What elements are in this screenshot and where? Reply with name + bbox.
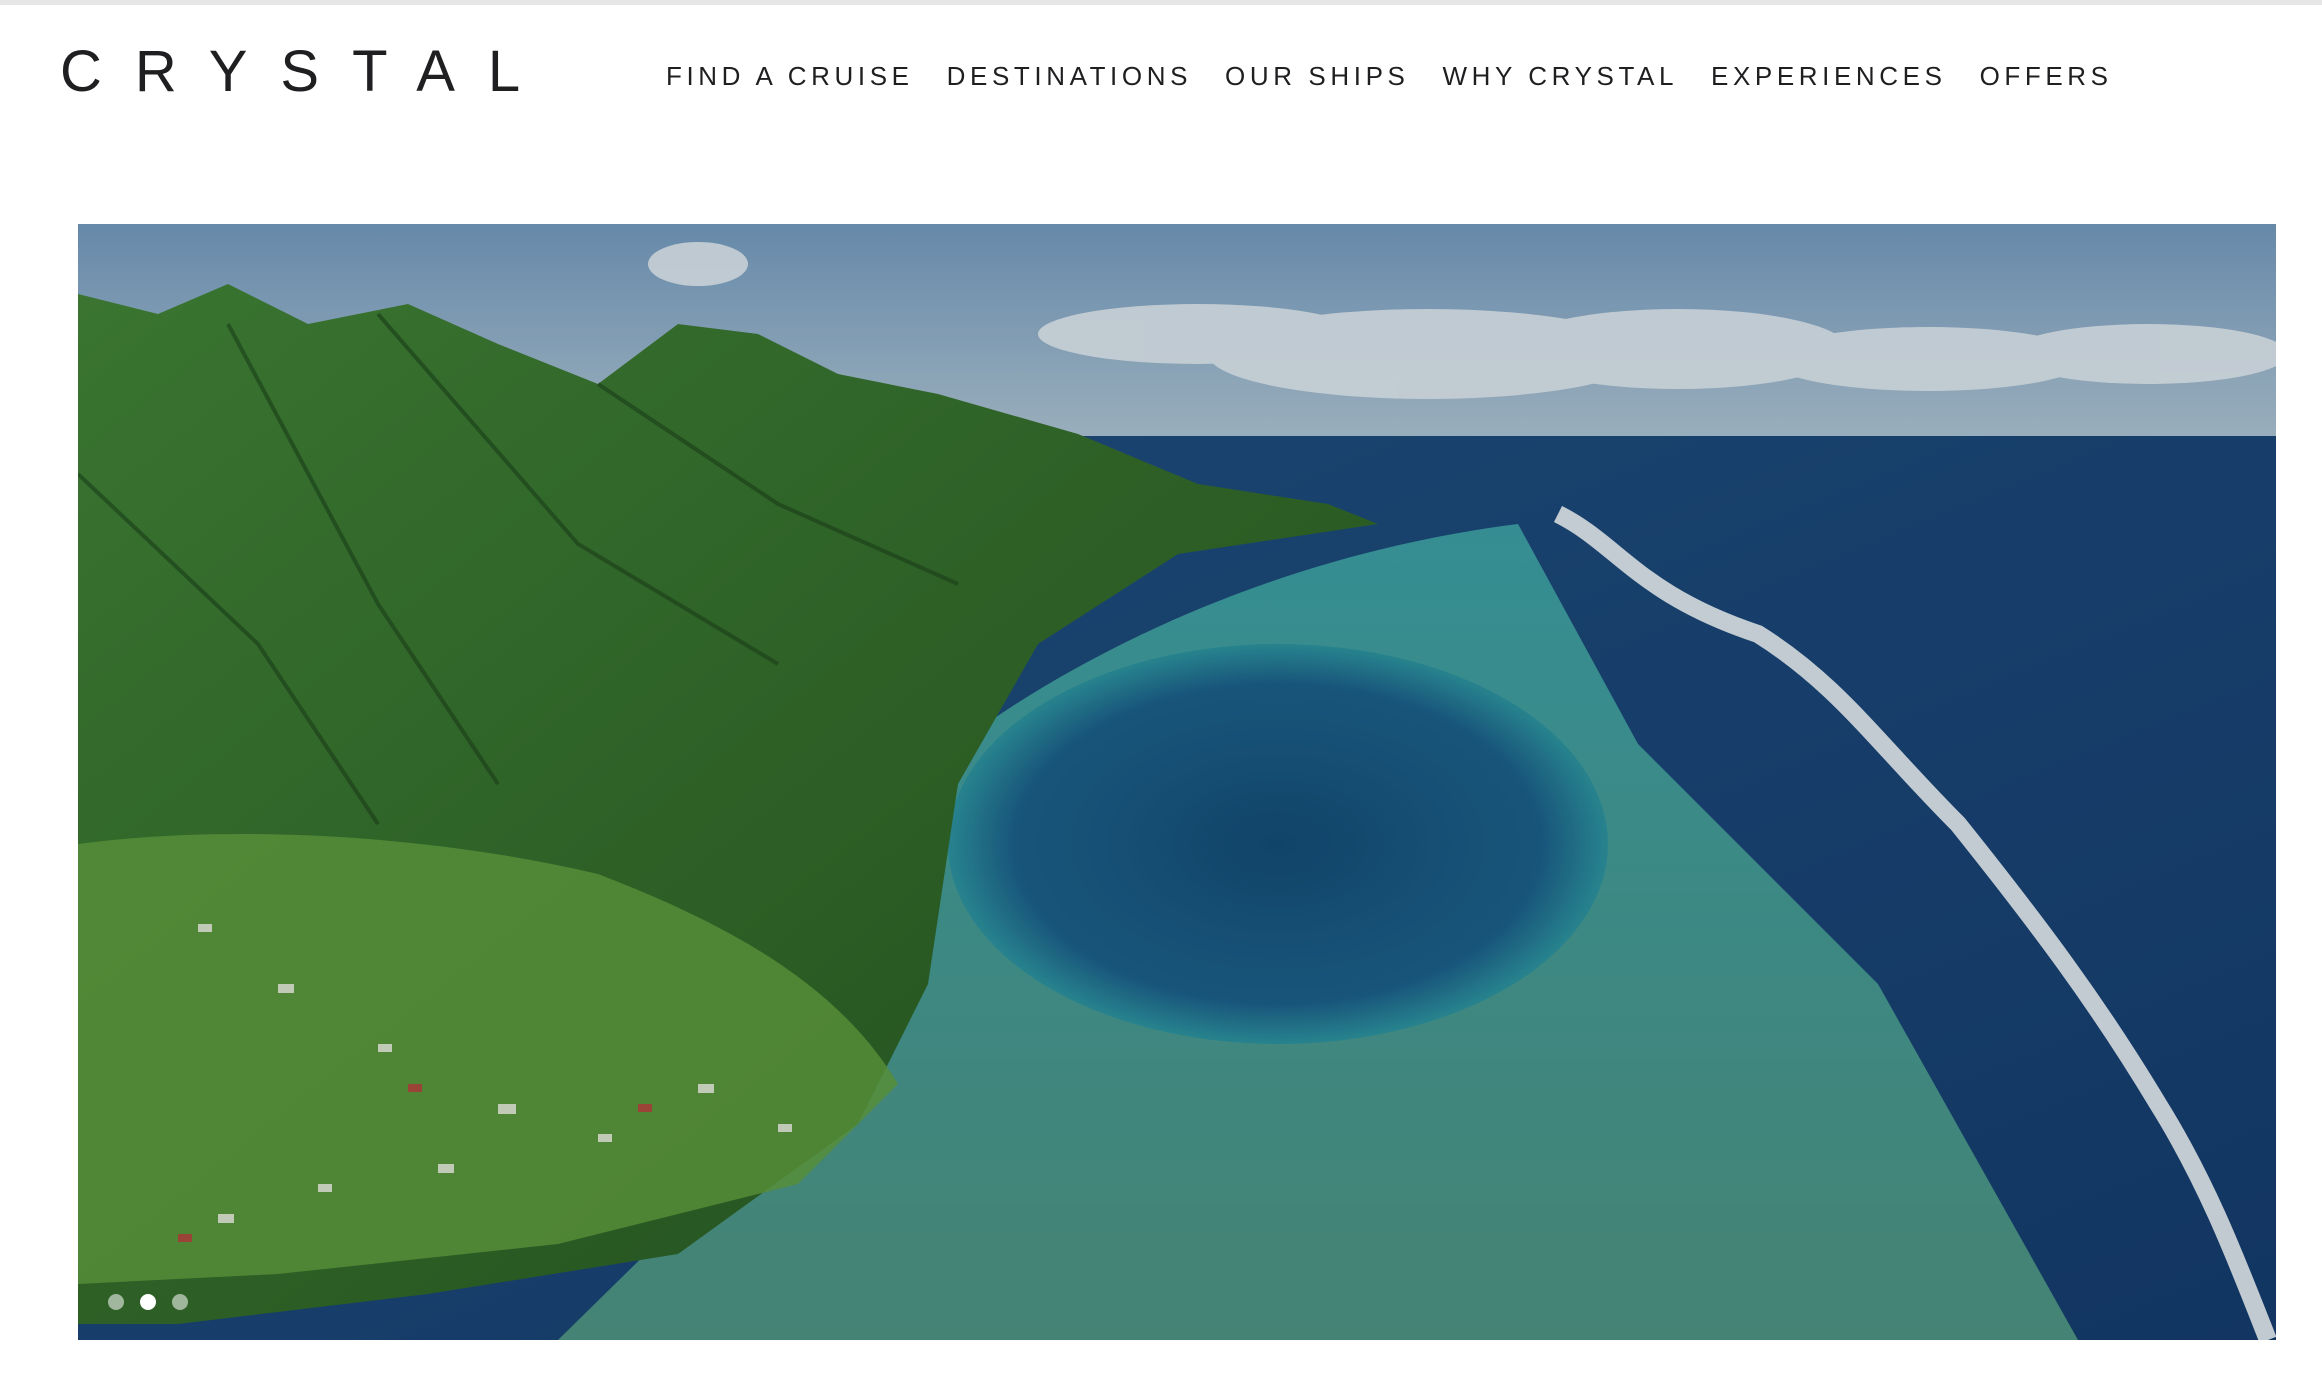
hero-carousel[interactable] [78, 224, 2276, 1340]
carousel-dots [108, 1294, 188, 1310]
carousel-dot-1[interactable] [108, 1294, 124, 1310]
main-nav: FIND A CRUISE DESTINATIONS OUR SHIPS WHY… [666, 63, 2146, 89]
nav-item-our-ships[interactable]: OUR SHIPS [1225, 63, 1409, 89]
carousel-dot-2[interactable] [140, 1294, 156, 1310]
nav-item-find-a-cruise[interactable]: FIND A CRUISE [666, 63, 914, 89]
nav-item-offers[interactable]: OFFERS [1980, 63, 2113, 89]
nav-item-destinations[interactable]: DESTINATIONS [947, 63, 1192, 89]
hero-image [78, 224, 2276, 1340]
crystal-logo[interactable]: CRYSTAL [60, 43, 553, 101]
nav-item-experiences[interactable]: EXPERIENCES [1711, 63, 1947, 89]
carousel-dot-3[interactable] [172, 1294, 188, 1310]
site-header: CRYSTAL FIND A CRUISE DESTINATIONS OUR S… [0, 5, 2322, 155]
nav-item-why-crystal[interactable]: WHY CRYSTAL [1442, 63, 1678, 89]
page: CRYSTAL FIND A CRUISE DESTINATIONS OUR S… [0, 0, 2322, 1388]
